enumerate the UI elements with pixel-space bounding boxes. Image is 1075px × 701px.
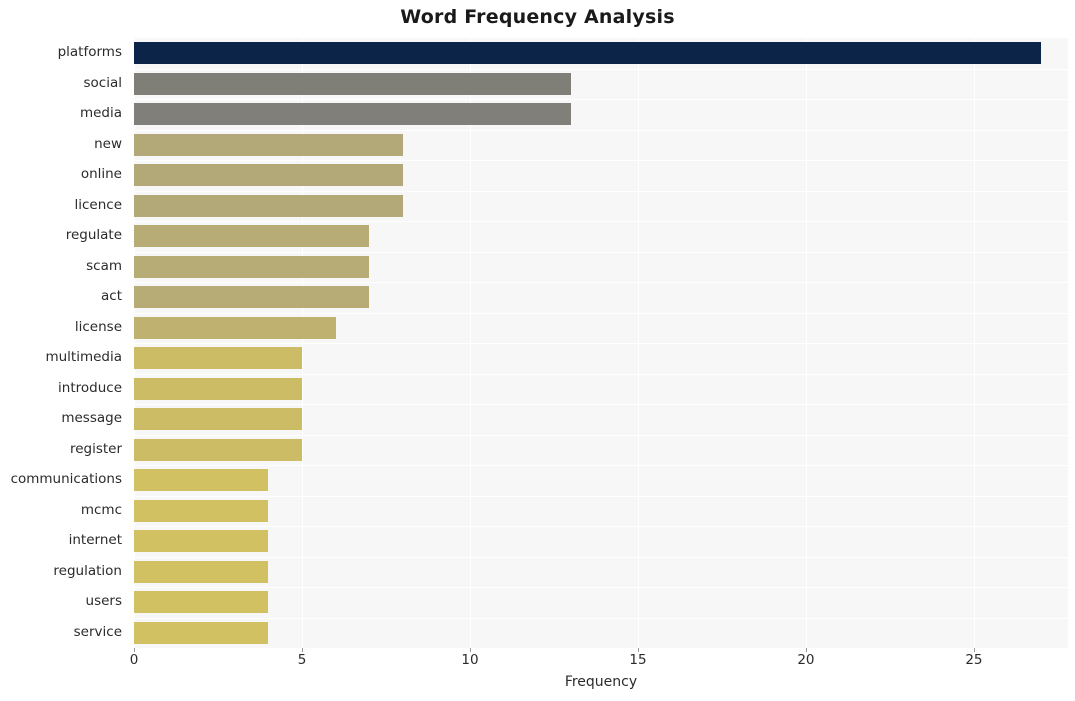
y-tick-label-social: social [83,74,123,91]
y-tick-label-license: license [74,318,122,335]
y-tick-label-service: service [73,623,122,640]
row-separator [134,313,1068,314]
y-tick-label-regulation: regulation [53,562,122,579]
row-separator [134,160,1068,161]
bar-internet[interactable] [134,530,269,553]
row-separator [134,465,1068,466]
row-separator [134,343,1068,344]
row-separator [134,191,1068,192]
bar-platforms[interactable] [134,42,1042,65]
row-separator [134,252,1068,253]
row-separator [134,496,1068,497]
bar-communications[interactable] [134,469,269,492]
bar-message[interactable] [134,408,302,431]
bar-new[interactable] [134,133,403,156]
bar-licence[interactable] [134,194,403,217]
x-axis-title: Frequency [564,674,638,690]
bar-license[interactable] [134,316,336,339]
bar-social[interactable] [134,72,571,95]
bar-media[interactable] [134,103,571,126]
y-tick-label-regulate: regulate [65,227,122,244]
chart-title: Word Frequency Analysis [400,6,675,28]
y-tick-label-users: users [85,593,122,610]
bar-users[interactable] [134,591,269,614]
bar-online[interactable] [134,164,403,187]
row-separator [134,69,1068,70]
y-tick-label-introduce: introduce [58,379,122,396]
x-tick-label-15: 15 [629,652,647,668]
y-tick-label-online: online [80,166,122,183]
bar-regulation[interactable] [134,560,269,583]
y-tick-label-communications: communications [10,471,122,488]
word-frequency-chart: Word Frequency Analysis platforms social m… [0,0,1075,701]
row-separator [134,374,1068,375]
x-tick-label-10: 10 [461,652,479,668]
y-tick-label-mcmc: mcmc [80,501,122,518]
y-tick-label-new: new [94,135,122,152]
row-separator [134,99,1068,100]
row-separator [134,130,1068,131]
bar-multimedia[interactable] [134,347,302,370]
bar-mcmc[interactable] [134,499,269,522]
row-separator [134,404,1068,405]
x-tick-label-25: 25 [965,652,983,668]
bar-register[interactable] [134,438,302,461]
y-tick-label-licence: licence [74,196,122,213]
y-tick-label-multimedia: multimedia [45,349,122,366]
y-tick-label-register: register [69,440,122,457]
bar-service[interactable] [134,621,269,644]
y-tick-label-platforms: platforms [57,44,122,61]
row-separator [134,282,1068,283]
row-separator [134,557,1068,558]
plot-area [134,38,1068,649]
y-tick-label-media: media [79,105,122,122]
row-separator [134,618,1068,619]
x-tick-label-0: 0 [129,652,139,668]
y-tick-label-act: act [101,288,122,305]
y-tick-label-scam: scam [86,257,122,274]
x-tick-label-20: 20 [797,652,815,668]
row-separator [134,587,1068,588]
row-separator [134,221,1068,222]
bar-scam[interactable] [134,255,370,278]
x-axis-ticks: 0 5 10 15 20 25 [130,648,1068,672]
row-separator [134,435,1068,436]
bar-act[interactable] [134,286,370,309]
y-tick-label-message: message [61,410,122,427]
y-tick-label-internet: internet [68,532,122,549]
bar-introduce[interactable] [134,377,302,400]
bar-regulate[interactable] [134,225,370,248]
y-axis-labels: platforms social media new online licence regu… [0,38,128,648]
x-tick-label-5: 5 [297,652,307,668]
row-separator [134,526,1068,527]
